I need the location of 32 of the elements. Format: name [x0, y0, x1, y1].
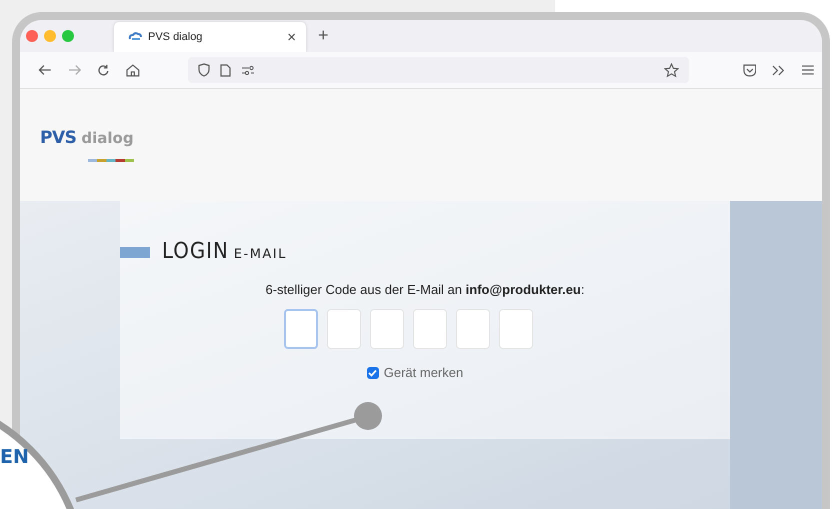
- code-digit-field[interactable]: [456, 309, 490, 349]
- logo[interactable]: PVS dialog: [40, 128, 134, 162]
- callout-text: EN: [0, 446, 29, 468]
- home-icon[interactable]: [126, 64, 140, 76]
- code-digit-field[interactable]: [498, 309, 532, 349]
- menu-icon[interactable]: [802, 65, 814, 75]
- remember-checkbox[interactable]: [366, 366, 379, 378]
- close-window-button[interactable]: [26, 30, 38, 42]
- code-digit-field[interactable]: [326, 309, 360, 349]
- logo-brand: PVS: [40, 128, 76, 148]
- code-digit-field[interactable]: [284, 309, 318, 349]
- cloud-icon: [128, 32, 142, 42]
- logo-product: dialog: [81, 129, 134, 147]
- browser-tab[interactable]: PVS dialog ×: [114, 22, 306, 52]
- remember-label: Gerät merken: [384, 365, 464, 380]
- sliders-icon[interactable]: [240, 65, 255, 75]
- page-icon[interactable]: [220, 64, 231, 76]
- reload-icon[interactable]: [97, 64, 110, 76]
- back-icon[interactable]: [38, 64, 52, 76]
- new-tab-button[interactable]: +: [318, 25, 329, 46]
- close-tab-button[interactable]: ×: [287, 28, 296, 46]
- code-digit-field[interactable]: [370, 309, 404, 349]
- code-digit-field[interactable]: [412, 309, 446, 349]
- code-instruction: 6-stelliger Code aus der E-Mail an info@produkter.eu:: [264, 282, 586, 297]
- tab-title: PVS dialog: [148, 31, 204, 43]
- heading-accent-bar: [120, 247, 150, 258]
- shield-icon[interactable]: [198, 63, 210, 77]
- bookmark-star-icon[interactable]: [664, 62, 679, 78]
- chevrons-icon[interactable]: [772, 64, 786, 76]
- login-title: LOGIN: [162, 239, 229, 264]
- login-subtitle: E-MAIL: [234, 247, 287, 262]
- pocket-icon[interactable]: [742, 64, 756, 76]
